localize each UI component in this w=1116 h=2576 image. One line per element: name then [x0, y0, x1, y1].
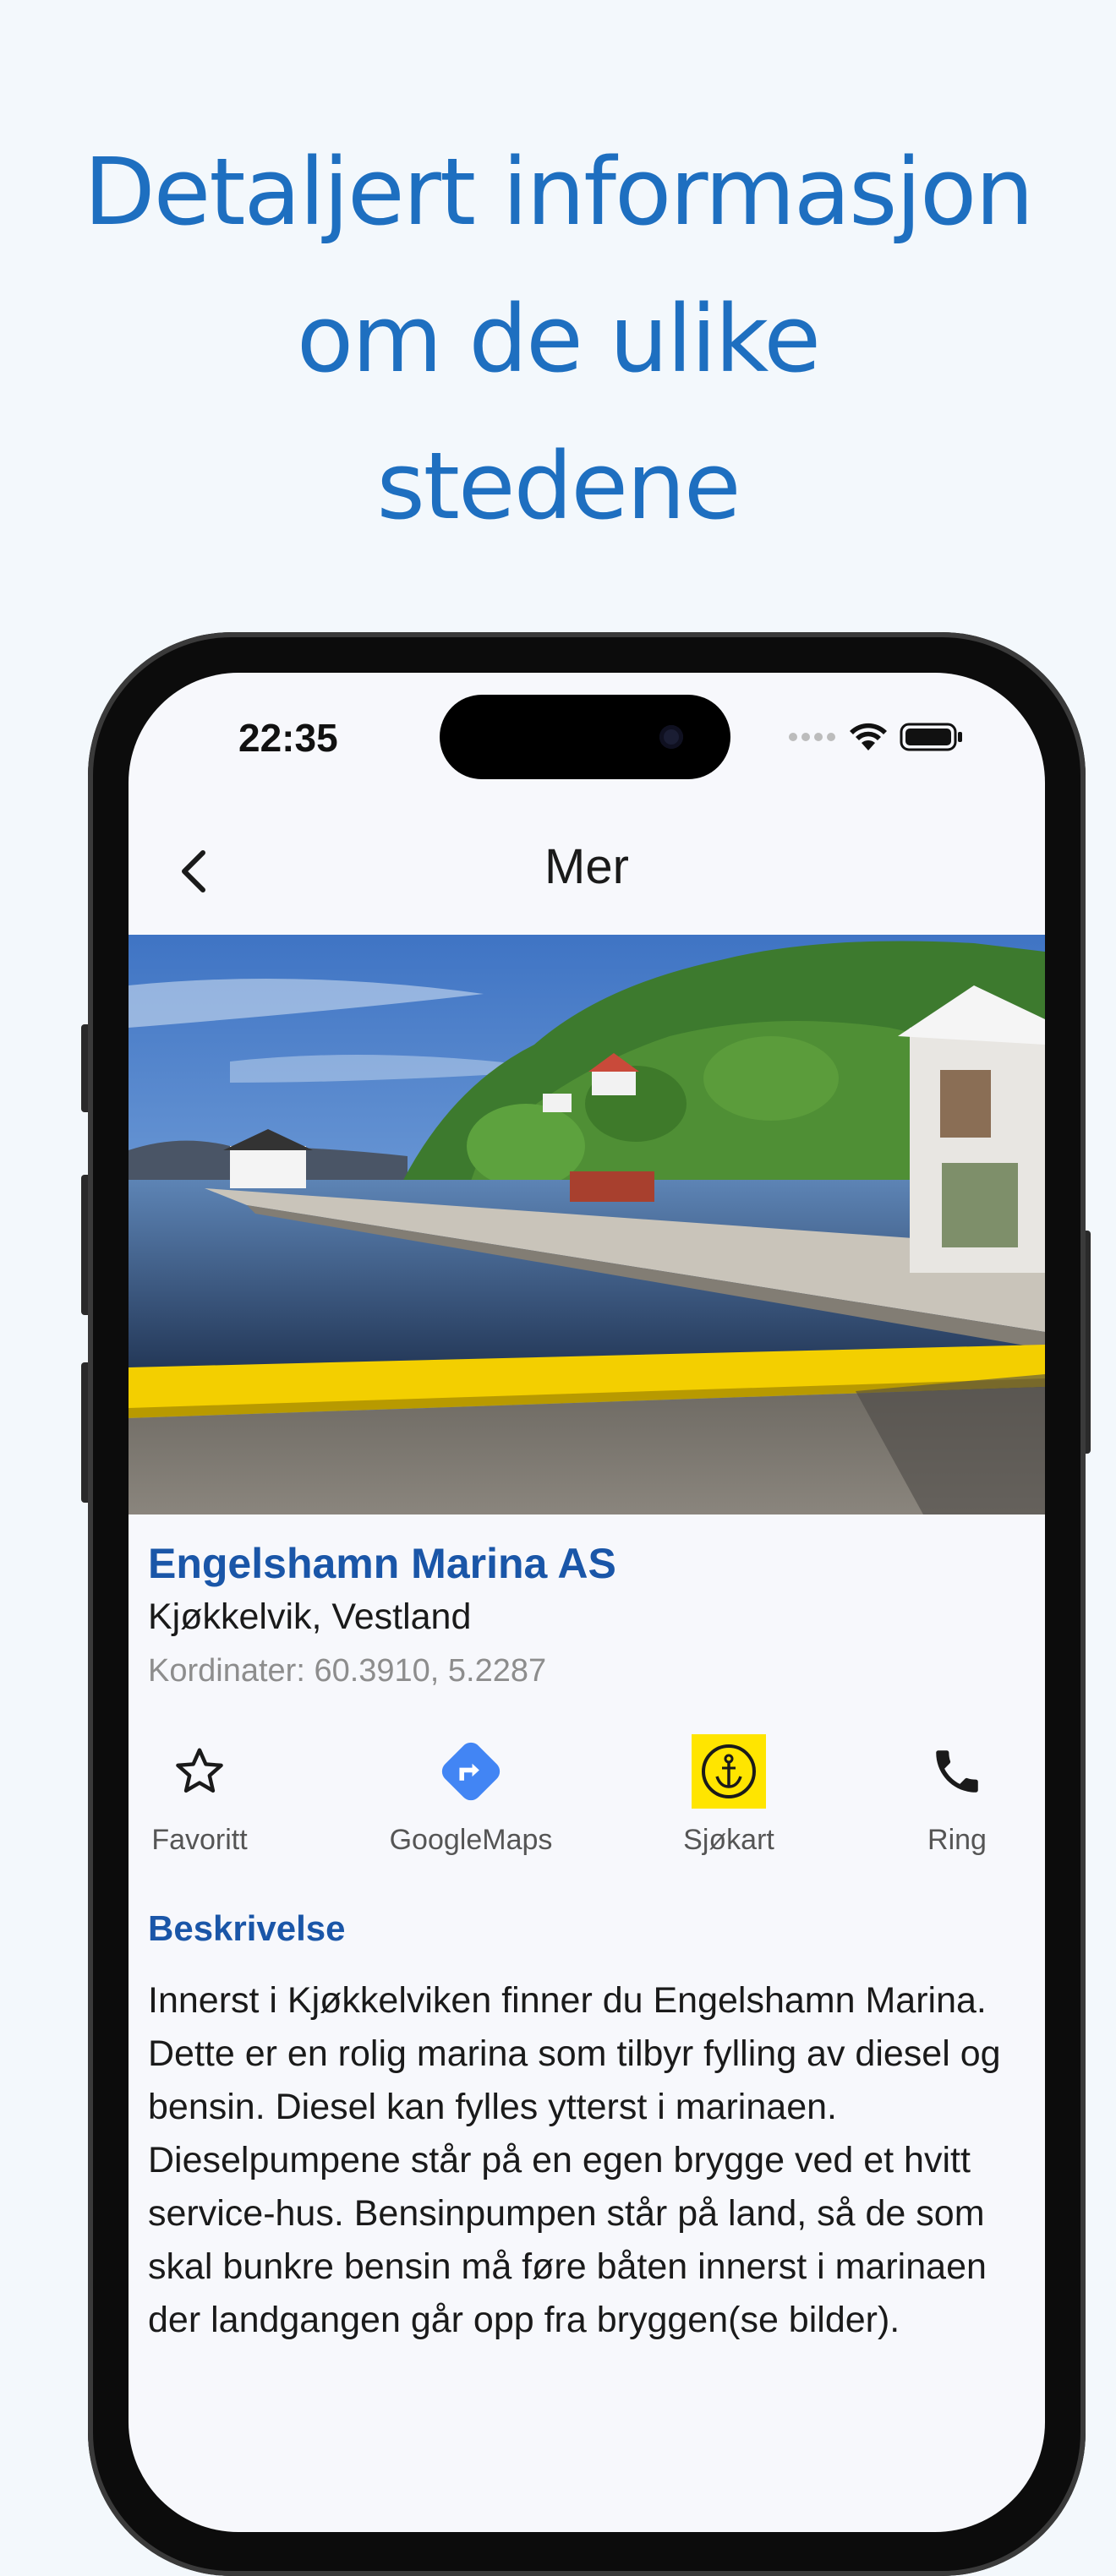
dynamic-island [440, 695, 730, 779]
place-photo [129, 935, 1045, 1514]
signal-dots-icon [788, 731, 837, 747]
favorite-label: Favoritt [151, 1824, 248, 1856]
description-text: Innerst i Kjøkkelviken finner du Engelsh… [148, 1980, 1001, 2340]
sjokart-label: Sjøkart [683, 1824, 774, 1856]
call-label: Ring [927, 1824, 987, 1856]
place-name: Engelshamn Marina AS [148, 1540, 616, 1587]
place-coordinates: Kordinater: 60.3910, 5.2287 [148, 1653, 547, 1689]
anchor-icon [692, 1734, 766, 1809]
directions-icon [441, 1742, 501, 1801]
action-row: Favoritt GoogleMaps Sjøkart Ring [129, 1729, 1045, 1873]
page-title: Mer [544, 839, 629, 894]
battery-icon [900, 722, 964, 756]
place-region: Kjøkkelvik, Vestland [148, 1596, 472, 1637]
googlemaps-label: GoogleMaps [389, 1824, 553, 1856]
wifi-icon [849, 722, 888, 756]
headline-line-1: Detaljert informasjon [83, 138, 1034, 246]
sjokart-button[interactable]: Sjøkart [670, 1729, 788, 1857]
star-outline-icon [176, 1748, 223, 1793]
description-heading: Beskrivelse [148, 1908, 346, 1948]
status-time: 22:35 [238, 716, 338, 760]
phone-icon [936, 1750, 978, 1793]
call-button[interactable]: Ring [915, 1729, 999, 1857]
phone-screen: 22:35 Mer Engelshamn Marina AS Kjøkkelvi… [129, 673, 1045, 2532]
front-camera [659, 725, 683, 749]
promo-headline: Detaljert informasjon om de ulike steden… [0, 118, 1116, 559]
favorite-button[interactable]: Favoritt [148, 1729, 251, 1857]
headline-line-2: om de ulike [296, 285, 821, 393]
headline-line-3: stedene [376, 432, 741, 540]
googlemaps-button[interactable]: GoogleMaps [382, 1729, 560, 1857]
status-icons [788, 722, 964, 756]
